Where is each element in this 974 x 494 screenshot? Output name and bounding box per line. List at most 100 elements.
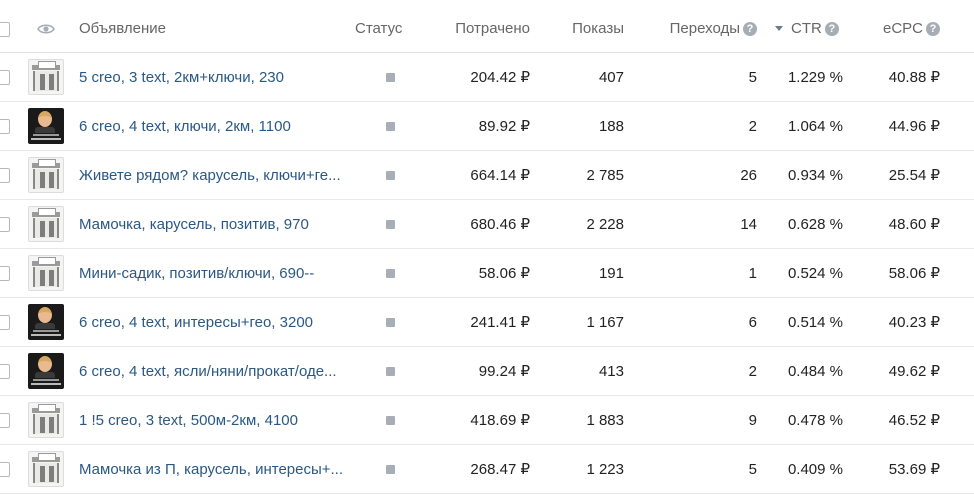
table-header: Объявление Статус Потрачено Показы Перех…: [0, 5, 974, 53]
row-checkbox[interactable]: [0, 266, 10, 281]
row-checkbox[interactable]: [0, 462, 10, 477]
ad-thumbnail-person[interactable]: [28, 304, 64, 340]
ad-name-link[interactable]: 6 creo, 4 text, интересы+гео, 3200: [79, 298, 313, 346]
status-indicator: [386, 249, 395, 297]
spent-value: 680.46 ₽: [470, 216, 530, 233]
status-icon: [386, 464, 395, 474]
clicks-value: 5: [748, 460, 757, 478]
ad-thumbnail-house[interactable]: [28, 59, 64, 95]
column-header-impressions[interactable]: Показы: [540, 5, 624, 52]
status-icon: [386, 121, 395, 131]
ecpc-value: 49.62 ₽: [888, 363, 940, 380]
ecpc-value: 48.60 ₽: [888, 216, 940, 233]
help-icon[interactable]: ?: [824, 21, 839, 36]
status-indicator: [386, 200, 395, 248]
table-row[interactable]: 6 creo, 4 text, интересы+гео, 3200 241.41…: [0, 298, 974, 347]
ad-name-link[interactable]: Мамочка, карусель, позитив, 970: [79, 200, 309, 248]
status-icon: [386, 170, 395, 180]
ctr-value: 0.934 %: [787, 166, 843, 184]
table-row[interactable]: Мамочка из П, карусель, интересы+... 268.…: [0, 445, 974, 494]
column-header-ecpc[interactable]: eCPC ?: [860, 5, 940, 52]
ad-name-link[interactable]: 1 !5 creo, 3 text, 500м-2км, 4100: [79, 396, 298, 444]
select-all-checkbox[interactable]: [0, 21, 10, 37]
status-icon: [386, 317, 395, 327]
ad-thumbnail-house[interactable]: [28, 402, 64, 438]
column-header-ecpc-label: eCPC: [882, 20, 923, 37]
impressions-value: 1 167: [586, 313, 624, 331]
status-icon: [386, 268, 395, 278]
ad-name-link[interactable]: 6 creo, 4 text, ясли/няни/прокат/оде...: [79, 347, 337, 395]
table-row[interactable]: Живете рядом? карусель, ключи+ге... 664.1…: [0, 151, 974, 200]
row-checkbox[interactable]: [0, 70, 10, 85]
status-icon: [386, 72, 395, 82]
impressions-value: 407: [598, 68, 624, 86]
row-checkbox[interactable]: [0, 217, 10, 232]
table-row[interactable]: 6 creo, 4 text, ясли/няни/прокат/оде... 9…: [0, 347, 974, 396]
help-icon[interactable]: ?: [926, 21, 940, 36]
status-icon: [386, 219, 395, 229]
impressions-value: 1 883: [586, 411, 624, 429]
ad-thumbnail-house[interactable]: [28, 157, 64, 193]
row-checkbox[interactable]: [0, 119, 10, 134]
status-indicator: [386, 445, 395, 493]
status-indicator: [386, 298, 395, 346]
ad-name-link[interactable]: Мини-садик, позитив/ключи, 690--: [79, 249, 314, 297]
ecpc-value: 44.96 ₽: [888, 118, 940, 135]
row-checkbox[interactable]: [0, 364, 10, 379]
ad-thumbnail-person[interactable]: [28, 108, 64, 144]
table-row[interactable]: Мини-садик, позитив/ключи, 690-- 58.06 ₽ 1…: [0, 249, 974, 298]
column-header-status[interactable]: Статус: [355, 5, 417, 52]
impressions-value: 2 228: [586, 215, 624, 233]
help-icon[interactable]: ?: [743, 21, 757, 36]
column-header-ctr-label: CTR: [791, 20, 822, 37]
ad-name-link[interactable]: 5 creo, 3 text, 2км+ключи, 230: [79, 53, 284, 101]
ecpc-value: 53.69 ₽: [888, 461, 940, 478]
spent-value: 418.69 ₽: [470, 412, 530, 429]
status-indicator: [386, 53, 395, 101]
status-indicator: [386, 102, 395, 150]
clicks-value: 14: [740, 215, 757, 233]
ad-thumbnail-house[interactable]: [28, 255, 64, 291]
column-header-clicks-label: Переходы: [669, 20, 740, 37]
table-row[interactable]: 5 creo, 3 text, 2км+ключи, 230 204.42 ₽ 40…: [0, 53, 974, 102]
ad-thumbnail-person[interactable]: [28, 353, 64, 389]
column-header-ad[interactable]: Объявление: [79, 5, 166, 52]
ecpc-value: 25.54 ₽: [888, 167, 940, 184]
ctr-value: 0.409 %: [787, 460, 843, 478]
ctr-value: 1.064 %: [787, 117, 843, 135]
clicks-value: 6: [748, 313, 757, 331]
ad-name-link[interactable]: Живете рядом? карусель, ключи+ге...: [79, 151, 341, 199]
ad-name-link[interactable]: 6 creo, 4 text, ключи, 2км, 1100: [79, 102, 291, 150]
spent-value: 241.41 ₽: [470, 314, 530, 331]
spent-value: 268.47 ₽: [470, 461, 530, 478]
impressions-value: 1 223: [586, 460, 624, 478]
ctr-value: 1.229 %: [787, 68, 843, 86]
table-row[interactable]: 1 !5 creo, 3 text, 500м-2км, 4100 418.69 …: [0, 396, 974, 445]
row-checkbox[interactable]: [0, 315, 10, 330]
table-row[interactable]: Мамочка, карусель, позитив, 970 680.46 ₽ 2…: [0, 200, 974, 249]
ctr-value: 0.628 %: [787, 215, 843, 233]
ad-thumbnail-house[interactable]: [28, 451, 64, 487]
column-header-spent[interactable]: Потрачено: [430, 5, 530, 52]
status-icon: [386, 415, 395, 425]
status-indicator: [386, 151, 395, 199]
spent-value: 89.92 ₽: [478, 118, 530, 135]
status-indicator: [386, 347, 395, 395]
table-row[interactable]: 6 creo, 4 text, ключи, 2км, 1100 89.92 ₽ 1…: [0, 102, 974, 151]
eye-icon[interactable]: [37, 22, 55, 41]
status-indicator: [386, 396, 395, 444]
impressions-value: 191: [598, 264, 624, 282]
clicks-value: 9: [748, 411, 757, 429]
spent-value: 99.24 ₽: [478, 363, 530, 380]
ad-name-link[interactable]: Мамочка из П, карусель, интересы+...: [79, 445, 343, 493]
spent-value: 204.42 ₽: [470, 69, 530, 86]
status-icon: [386, 366, 395, 376]
row-checkbox[interactable]: [0, 168, 10, 183]
ecpc-value: 40.88 ₽: [888, 69, 940, 86]
ad-thumbnail-house[interactable]: [28, 206, 64, 242]
clicks-value: 1: [748, 264, 757, 282]
column-header-clicks[interactable]: Переходы ?: [640, 5, 757, 52]
ctr-value: 0.524 %: [787, 264, 843, 282]
row-checkbox[interactable]: [0, 413, 10, 428]
column-header-ctr[interactable]: CTR ?: [775, 5, 839, 52]
